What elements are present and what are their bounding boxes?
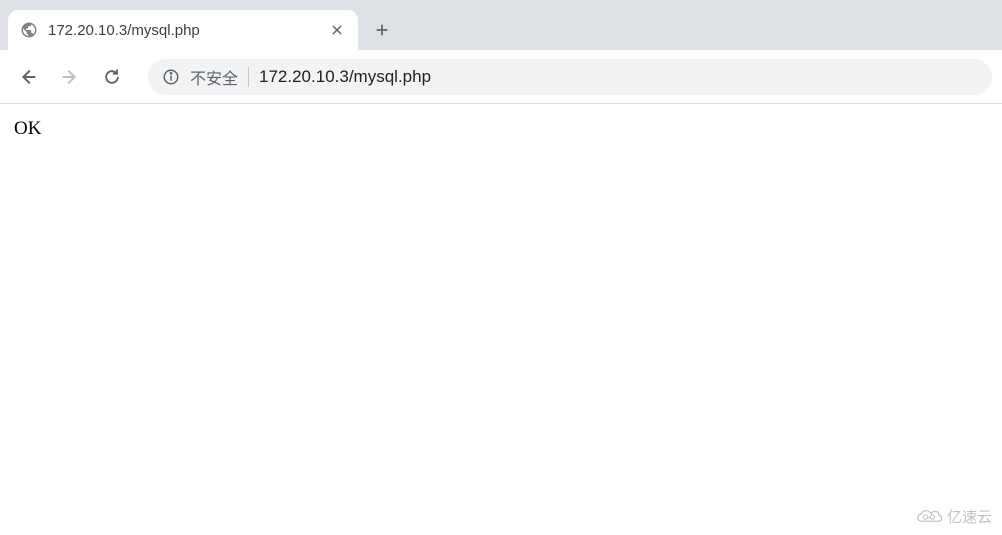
browser-toolbar: 不安全 172.20.10.3/mysql.php <box>0 50 1002 104</box>
watermark: 亿速云 <box>915 506 992 527</box>
reload-button[interactable] <box>94 59 130 95</box>
close-icon[interactable] <box>328 21 346 39</box>
new-tab-button[interactable] <box>366 14 398 46</box>
watermark-text: 亿速云 <box>947 506 992 527</box>
address-divider <box>248 67 249 87</box>
tab-bar: 172.20.10.3/mysql.php <box>0 0 1002 50</box>
address-bar[interactable]: 不安全 172.20.10.3/mysql.php <box>148 59 992 95</box>
browser-tab[interactable]: 172.20.10.3/mysql.php <box>8 10 358 50</box>
tab-title: 172.20.10.3/mysql.php <box>48 22 318 39</box>
page-text: OK <box>14 118 41 139</box>
page-body: OK <box>0 104 1002 154</box>
info-icon[interactable] <box>162 68 180 86</box>
forward-button[interactable] <box>52 59 88 95</box>
security-label: 不安全 <box>190 65 238 89</box>
globe-icon <box>20 21 38 39</box>
address-url: 172.20.10.3/mysql.php <box>259 67 978 87</box>
cloud-icon <box>915 507 943 527</box>
back-button[interactable] <box>10 59 46 95</box>
